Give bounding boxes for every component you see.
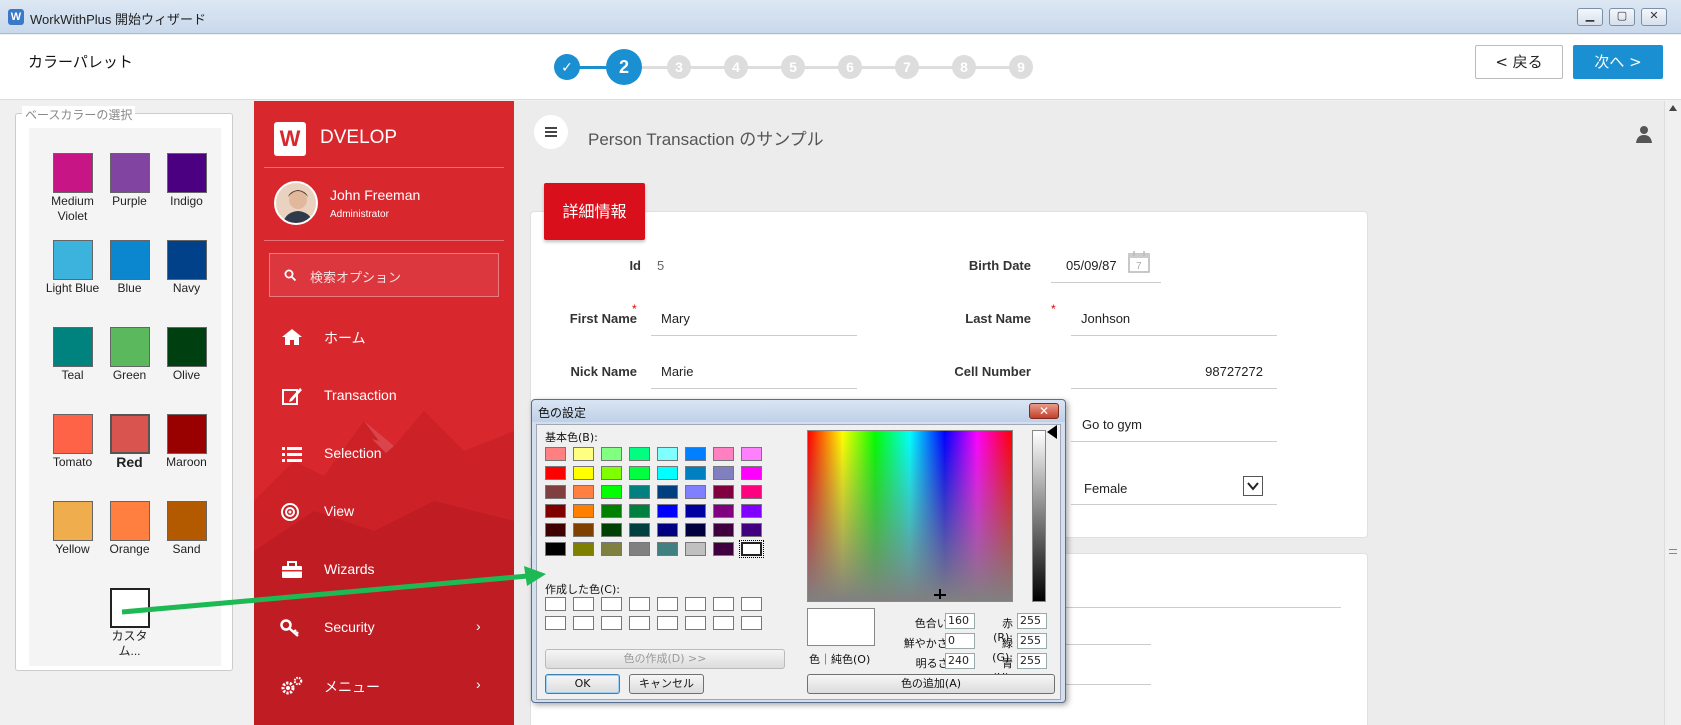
green-arrow-annotation bbox=[121, 566, 546, 615]
